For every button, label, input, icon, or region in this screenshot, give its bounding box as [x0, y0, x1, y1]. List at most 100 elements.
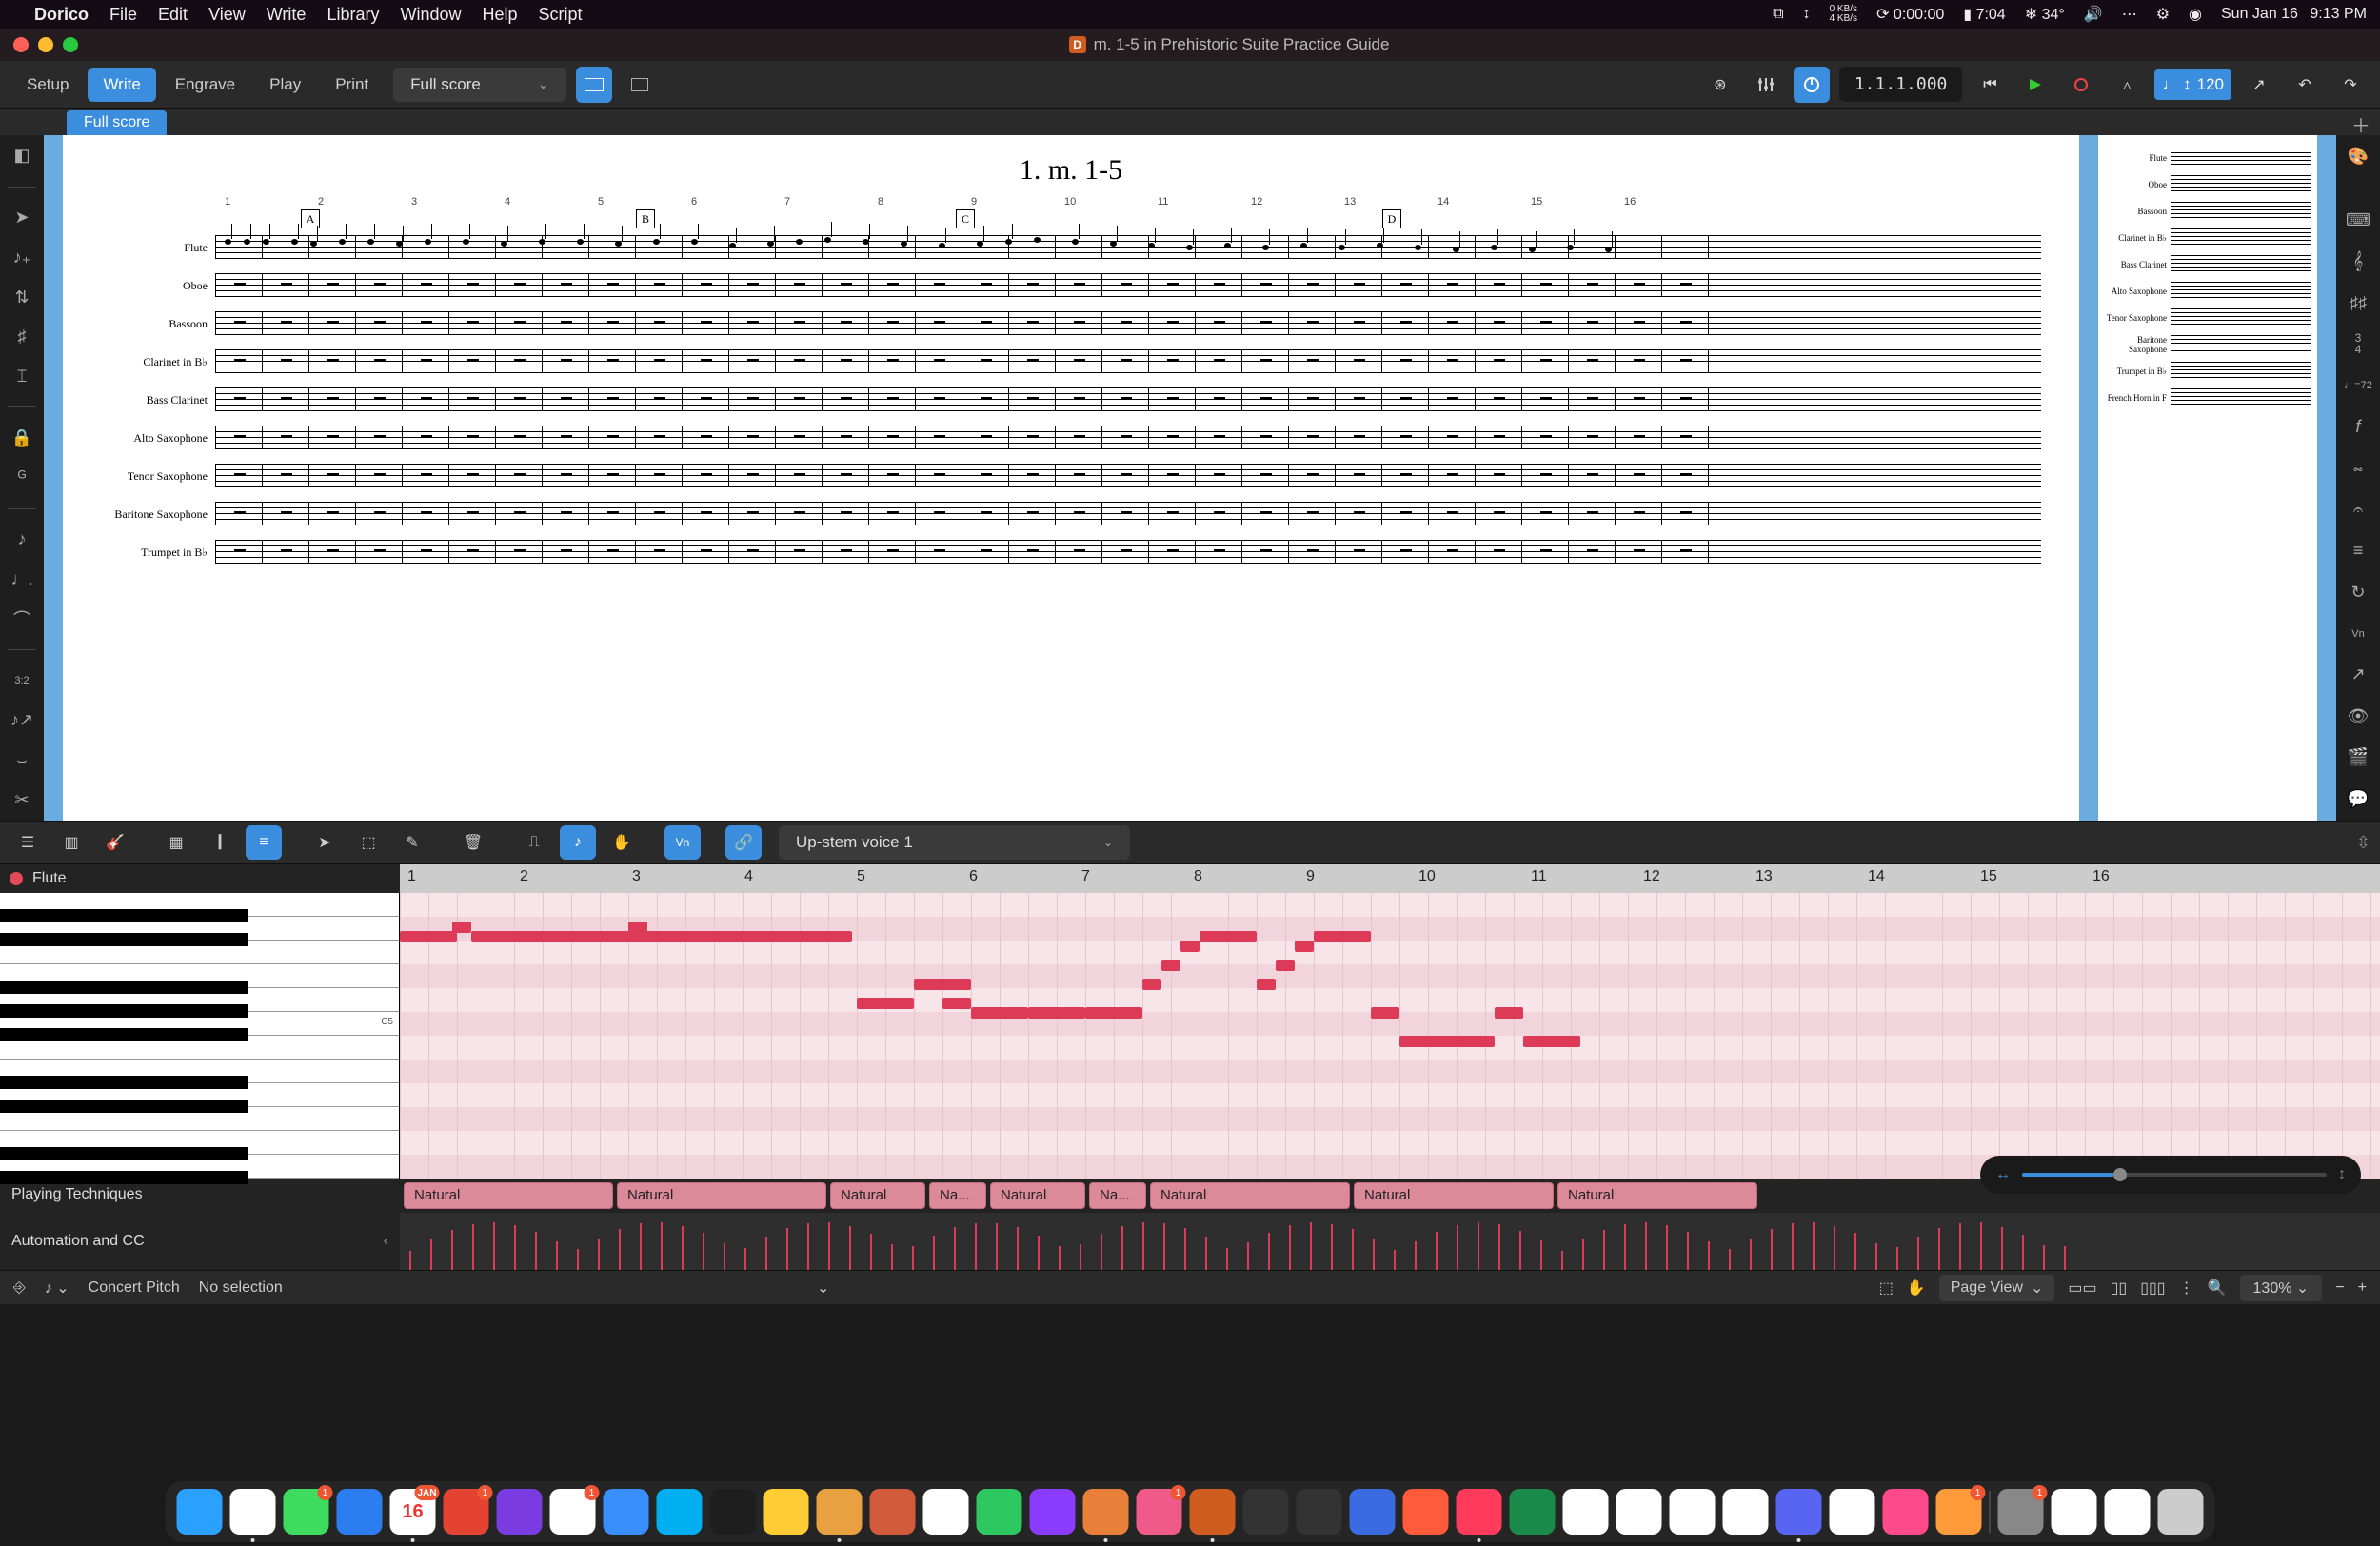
- zoom-icon[interactable]: [63, 37, 78, 52]
- marquee-icon[interactable]: ⬚: [1879, 1278, 1894, 1298]
- tie-icon[interactable]: ⌒: [6, 605, 38, 632]
- dock-textedit[interactable]: [2105, 1489, 2151, 1535]
- dock-affinity[interactable]: [817, 1489, 863, 1535]
- dock-shortcuts[interactable]: [1350, 1489, 1396, 1535]
- dock-settings[interactable]: 1: [1998, 1489, 2044, 1535]
- tempo-mark-icon[interactable]: ♩=72: [2342, 371, 2374, 399]
- dock-home[interactable]: 1: [1936, 1489, 1982, 1535]
- record-button[interactable]: [2063, 67, 2099, 103]
- zoom-in-button[interactable]: +: [2358, 1279, 2367, 1297]
- mode-print[interactable]: Print: [320, 68, 384, 102]
- dock-slack[interactable]: [1830, 1489, 1875, 1535]
- layout-selector[interactable]: Full score ⌄: [393, 68, 565, 102]
- dock-finder[interactable]: [177, 1489, 223, 1535]
- staff-row[interactable]: Alto Saxophone: [101, 419, 2041, 457]
- menu-library[interactable]: Library: [327, 5, 379, 25]
- select-tool-icon[interactable]: ➤: [6, 205, 38, 231]
- traffic-lights[interactable]: [13, 37, 78, 52]
- ke-notated-durations[interactable]: ♪: [560, 825, 596, 860]
- weather[interactable]: ❄ 34°: [2025, 5, 2065, 24]
- stack-icon[interactable]: ⧉: [1773, 6, 1783, 23]
- layout-btn1[interactable]: ▭▭: [2068, 1278, 2096, 1298]
- dotted-icon[interactable]: ♩.: [6, 566, 38, 593]
- undo-button[interactable]: ↶: [2287, 67, 2323, 103]
- cc-lane-header[interactable]: Automation and CC ‹: [0, 1213, 400, 1270]
- battery[interactable]: ▮ 7:04: [1963, 5, 2005, 24]
- dock-craft[interactable]: 1: [1137, 1489, 1182, 1535]
- menu-help[interactable]: Help: [483, 5, 518, 25]
- dock-reddit[interactable]: [1670, 1489, 1716, 1535]
- dock-panda1[interactable]: [1563, 1489, 1609, 1535]
- dock-skype[interactable]: [657, 1489, 703, 1535]
- menu-view[interactable]: View: [208, 5, 246, 25]
- minimize-icon[interactable]: [38, 37, 53, 52]
- lines-icon[interactable]: ↗: [2342, 661, 2374, 688]
- dock-raycast[interactable]: [1403, 1489, 1449, 1535]
- key-sig-icon[interactable]: ♯♯: [2342, 288, 2374, 316]
- video-button[interactable]: ⊛: [1702, 67, 1738, 103]
- staff-row[interactable]: Baritone Saxophone: [101, 495, 2041, 533]
- clock[interactable]: Sun Jan 16 9:13 PM: [2221, 6, 2367, 23]
- staff-row[interactable]: Clarinet in B♭: [101, 343, 2041, 381]
- dynamics-icon[interactable]: f: [2342, 413, 2374, 441]
- volume-icon[interactable]: 🔊: [2084, 5, 2103, 24]
- rewind-button[interactable]: ⏮: [1972, 67, 2008, 103]
- tempo-field[interactable]: ♩ ↕ 120: [2154, 69, 2231, 100]
- menu-script[interactable]: Script: [539, 5, 583, 25]
- menu-window[interactable]: Window: [400, 5, 461, 25]
- menu-write[interactable]: Write: [267, 5, 307, 25]
- cues-icon[interactable]: 👁: [2342, 703, 2374, 730]
- ke-list-icon[interactable]: ☰: [10, 825, 46, 860]
- note-input-icon[interactable]: ♪₊: [6, 244, 38, 270]
- dock-excel[interactable]: [1510, 1489, 1556, 1535]
- play-button[interactable]: [2017, 67, 2053, 103]
- dock-numbers[interactable]: [977, 1489, 1022, 1535]
- ke-hand-tool[interactable]: ✋: [604, 825, 640, 860]
- dock-discord[interactable]: [1776, 1489, 1822, 1535]
- add-tab-icon[interactable]: ＋: [2351, 110, 2370, 138]
- bars-icon[interactable]: ≡: [2342, 537, 2374, 565]
- dock-notes[interactable]: 1: [550, 1489, 596, 1535]
- grace-icon[interactable]: ᴳ: [6, 465, 38, 491]
- siri-icon[interactable]: ◉: [2189, 5, 2202, 24]
- concert-pitch[interactable]: Concert Pitch: [89, 1279, 180, 1297]
- arrow-icon[interactable]: ↕: [1803, 6, 1811, 23]
- transport-position[interactable]: 1.1.1.000: [1839, 67, 1963, 102]
- repeat-icon[interactable]: ↻: [2342, 578, 2374, 605]
- scissors-icon[interactable]: ✂: [6, 786, 38, 813]
- ke-arrow-tool[interactable]: ➤: [307, 825, 343, 860]
- control-center-icon[interactable]: ⚙: [2156, 5, 2170, 24]
- dock-calendar[interactable]: 16JAN: [390, 1489, 436, 1535]
- accidental-icon[interactable]: ♯: [6, 324, 38, 350]
- ke-drum-icon[interactable]: ▦: [158, 825, 194, 860]
- dock-bear[interactable]: [870, 1489, 916, 1535]
- click-button[interactable]: ▵: [2109, 67, 2145, 103]
- mixer-button[interactable]: [1748, 67, 1784, 103]
- dock-panda2[interactable]: [1616, 1489, 1662, 1535]
- menu-file[interactable]: File: [109, 5, 137, 25]
- holds-icon[interactable]: 𝄐: [2342, 495, 2374, 523]
- ke-guitar-icon[interactable]: 🎸: [97, 825, 133, 860]
- piano-roll[interactable]: [400, 893, 2380, 1179]
- dock-dash[interactable]: [1030, 1489, 1076, 1535]
- layout-btn3[interactable]: ▯▯▯: [2140, 1278, 2165, 1298]
- expand-handle-icon[interactable]: ⌄: [817, 1278, 829, 1298]
- ke-draw-tool[interactable]: ✎: [394, 825, 430, 860]
- dock-shortcuts2[interactable]: [1883, 1489, 1929, 1535]
- staff-row[interactable]: Trumpet in B♭: [101, 533, 2041, 571]
- dock-slack2[interactable]: [1243, 1489, 1289, 1535]
- zoom-out-button[interactable]: −: [2335, 1279, 2344, 1297]
- staff-row[interactable]: Bassoon: [101, 305, 2041, 343]
- zoom-percent[interactable]: 130% ⌄: [2240, 1275, 2323, 1301]
- piano-keyboard[interactable]: C5: [0, 893, 400, 1179]
- menu-edit[interactable]: Edit: [158, 5, 188, 25]
- staff-row[interactable]: Bass Clarinet: [101, 381, 2041, 419]
- more-icon[interactable]: ⋯: [2122, 5, 2137, 24]
- dock-chrome[interactable]: [230, 1489, 276, 1535]
- panel-toggle-icon[interactable]: ◧: [6, 143, 38, 169]
- properties-icon[interactable]: 🎨: [2342, 143, 2374, 170]
- app-name[interactable]: Dorico: [34, 5, 89, 25]
- mode-play[interactable]: Play: [254, 68, 316, 102]
- timer[interactable]: ⟳ 0:00:00: [1876, 5, 1944, 24]
- dock-trash[interactable]: [2158, 1489, 2204, 1535]
